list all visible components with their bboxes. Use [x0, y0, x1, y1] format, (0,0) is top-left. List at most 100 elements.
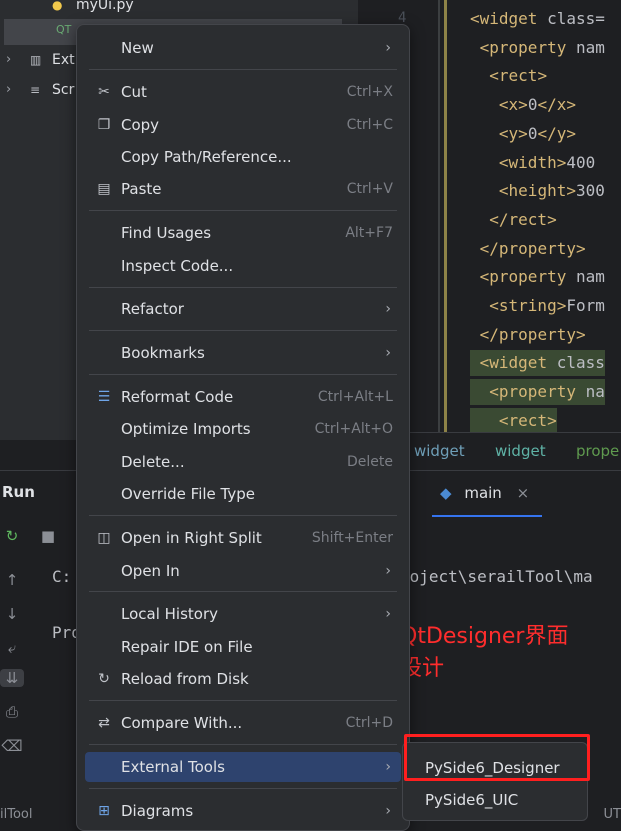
chevron-right-icon[interactable]: ›	[6, 49, 11, 71]
menu-separator	[89, 69, 397, 70]
chevron-right-icon[interactable]: ›	[6, 79, 11, 101]
code-line: <property nam	[479, 37, 605, 57]
menu-separator	[89, 700, 397, 701]
paste-icon: ▤	[97, 181, 111, 197]
menu-item-shortcut: Ctrl+Alt+O	[314, 421, 393, 437]
menu-item-paste[interactable]: ▤ Paste Ctrl+V	[85, 174, 401, 204]
menu-item-label: Reload from Disk	[121, 670, 249, 688]
menu-item-label: Refactor	[121, 300, 184, 318]
menu-item-cut[interactable]: ✂ Cut Ctrl+X	[85, 77, 401, 107]
split-icon: ◫	[97, 530, 111, 546]
run-panel-title: Run	[2, 483, 35, 501]
annotation-highlight-box	[404, 734, 590, 781]
soft-wrap-icon[interactable]: ⤶	[0, 639, 24, 657]
tree-item-file-label: myUi.py	[76, 0, 134, 13]
code-line: </rect>	[489, 209, 557, 229]
code-line: <height>300	[498, 181, 605, 201]
menu-item-bookmarks[interactable]: Bookmarks ›	[85, 338, 401, 368]
code-line: <string>Form	[489, 296, 605, 315]
menu-item-label: Bookmarks	[121, 344, 205, 362]
chevron-right-icon: ›	[385, 803, 391, 819]
menu-item-label: Compare With...	[121, 714, 243, 732]
menu-item-label: Copy	[121, 116, 160, 134]
code-line: <x>0</x>	[498, 95, 576, 115]
menu-item-copy[interactable]: ❐ Copy Ctrl+C	[85, 110, 401, 140]
menu-separator	[89, 788, 397, 789]
menu-separator	[89, 515, 397, 516]
menu-separator	[89, 591, 397, 592]
scroll-to-end-icon[interactable]: ⇊	[0, 669, 24, 687]
breadcrumb-item[interactable]: widget	[414, 433, 465, 469]
menu-separator	[89, 374, 397, 375]
menu-item-label: Paste	[121, 180, 162, 198]
trash-icon[interactable]: ⌫	[0, 737, 24, 755]
menu-item-shortcut: Ctrl+C	[346, 117, 393, 133]
reload-icon: ↻	[98, 671, 110, 687]
chevron-right-icon: ›	[385, 606, 391, 622]
stop-icon[interactable]: ■	[36, 527, 60, 545]
code-line: <property nam	[479, 267, 605, 287]
breadcrumb-item[interactable]: widget	[495, 433, 546, 469]
menu-item-local-history[interactable]: Local History ›	[85, 599, 401, 629]
menu-item-override-file-type[interactable]: Override File Type	[85, 479, 401, 509]
library-icon: ▥	[30, 53, 42, 67]
tree-item-qt-label: QT	[56, 23, 72, 36]
menu-item-external-tools[interactable]: External Tools ›	[85, 752, 401, 782]
menu-item-shortcut: Ctrl+Alt+L	[317, 389, 393, 405]
tab-active-indicator	[432, 515, 542, 517]
menu-item-compare-with[interactable]: ⇄ Compare With... Ctrl+D	[85, 708, 401, 738]
menu-item-label: Cut	[121, 83, 147, 101]
menu-item-reload-from-disk[interactable]: ↻ Reload from Disk	[85, 664, 401, 694]
change-marker	[444, 0, 447, 432]
menu-item-label: Find Usages	[121, 224, 212, 242]
menu-item-open-in[interactable]: Open In ›	[85, 556, 401, 586]
menu-item-find-usages[interactable]: Find Usages Alt+F7	[85, 218, 401, 248]
print-icon[interactable]: ⎙	[0, 703, 24, 721]
menu-item-label: Diagrams	[121, 802, 194, 820]
menu-item-label: Open In	[121, 562, 180, 580]
submenu-item-pyside6-uic[interactable]: PySide6_UIC	[413, 785, 589, 815]
code-line: </property>	[479, 324, 586, 344]
menu-item-copy-path[interactable]: Copy Path/Reference...	[85, 142, 401, 172]
menu-item-optimize-imports[interactable]: Optimize Imports Ctrl+Alt+O	[85, 414, 401, 444]
tab-main[interactable]: ◆ main ×	[440, 479, 529, 507]
python-icon: ◆	[440, 484, 452, 502]
rerun-icon[interactable]: ↻	[0, 527, 24, 545]
code-line: </property>	[479, 238, 586, 258]
console-output: C:	[52, 567, 72, 586]
menu-item-label: Local History	[121, 605, 219, 623]
close-icon[interactable]: ×	[517, 484, 530, 502]
menu-item-diagrams[interactable]: ⊞ Diagrams ›	[85, 796, 401, 826]
gutter-divider	[438, 0, 440, 432]
menu-item-open-right-split[interactable]: ◫ Open in Right Split Shift+Enter	[85, 523, 401, 553]
tab-main-label: main	[464, 484, 502, 502]
code-line: <widget class	[470, 350, 605, 377]
menu-item-label: New	[121, 39, 154, 57]
menu-item-label: External Tools	[121, 758, 225, 776]
context-menu: New › ✂ Cut Ctrl+X ❐ Copy Ctrl+C Copy Pa…	[76, 24, 410, 831]
menu-item-label: Inspect Code...	[121, 257, 234, 275]
menu-item-repair-ide[interactable]: Repair IDE on File	[85, 632, 401, 662]
menu-item-new[interactable]: New ›	[85, 33, 401, 63]
menu-item-shortcut: Ctrl+D	[345, 715, 393, 731]
chevron-right-icon: ›	[385, 563, 391, 579]
code-line: <rect>	[470, 407, 557, 432]
menu-item-label: Optimize Imports	[121, 420, 251, 438]
tree-item-external-libraries-label: Ext	[52, 52, 75, 68]
breadcrumb-item[interactable]: prope	[576, 433, 619, 469]
menu-item-inspect-code[interactable]: Inspect Code...	[85, 251, 401, 281]
menu-item-delete[interactable]: Delete... Delete	[85, 447, 401, 477]
code-line: <widget class=	[470, 9, 605, 28]
menu-item-refactor[interactable]: Refactor ›	[85, 294, 401, 324]
python-file-icon: ●	[52, 0, 63, 12]
menu-item-label: Repair IDE on File	[121, 638, 253, 656]
menu-item-label: Delete...	[121, 453, 185, 471]
code-line: <property na	[470, 379, 605, 406]
arrow-up-icon[interactable]: ↑	[0, 571, 24, 589]
menu-item-reformat-code[interactable]: ☰ Reformat Code Ctrl+Alt+L	[85, 382, 401, 412]
arrow-down-icon[interactable]: ↓	[0, 605, 24, 623]
compare-icon: ⇄	[98, 715, 110, 731]
menu-item-label: Override File Type	[121, 485, 255, 503]
copy-icon: ❐	[97, 117, 111, 133]
menu-item-label: Copy Path/Reference...	[121, 148, 292, 166]
